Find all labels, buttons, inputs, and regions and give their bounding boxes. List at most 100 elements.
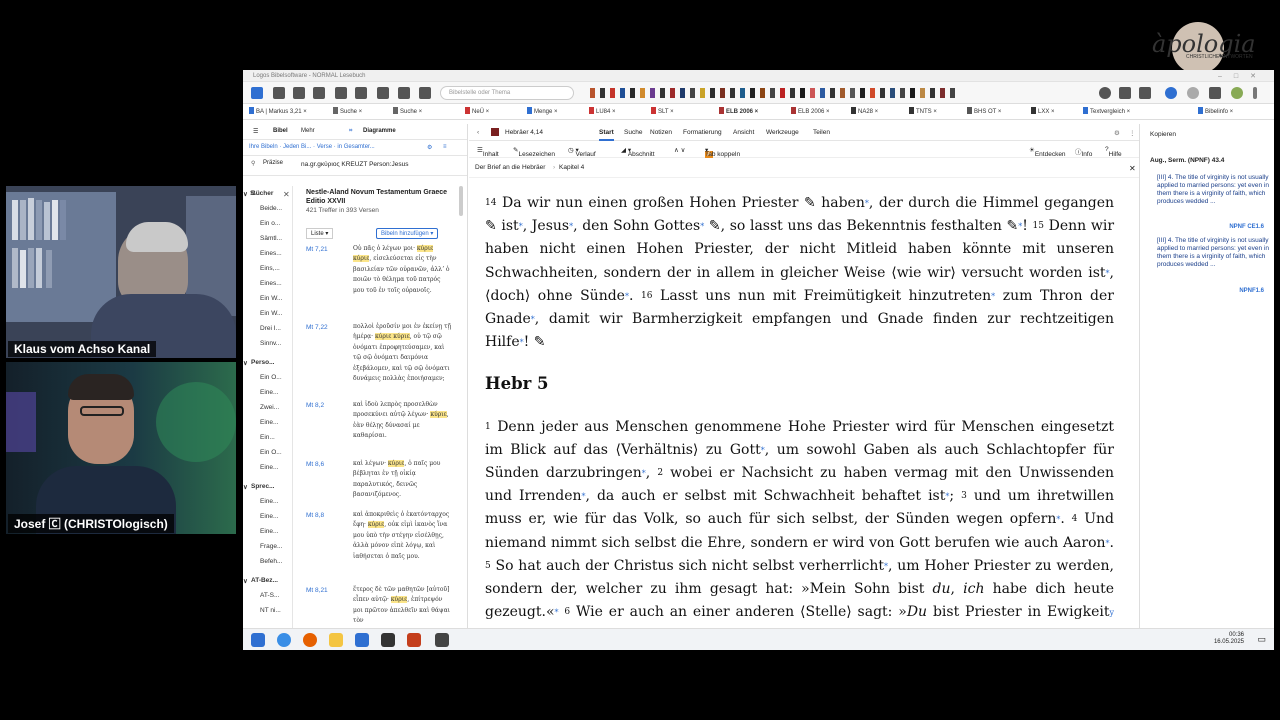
tab[interactable]: Suche ×: [393, 107, 422, 115]
note-link[interactable]: NPNF1.6: [1239, 288, 1264, 294]
list-view-dropdown[interactable]: Liste ▾: [306, 228, 334, 239]
tab[interactable]: Bibelinfo ×: [1198, 107, 1233, 115]
tools-icon[interactable]: [377, 87, 389, 99]
result-reference[interactable]: Mt 8,6: [306, 461, 324, 468]
breadcrumb-book[interactable]: Der Brief an die Hebräer: [475, 164, 545, 171]
command-search-input[interactable]: Bibelstelle oder Thema: [440, 86, 574, 100]
nav-item[interactable]: Eine...: [260, 389, 278, 396]
nav-item[interactable]: Eine...: [260, 464, 278, 471]
diagram-icon[interactable]: ⌗: [349, 128, 352, 135]
panel-icon[interactable]: [1139, 87, 1151, 99]
folder-icon[interactable]: [329, 633, 343, 647]
book-icon[interactable]: [810, 88, 815, 98]
nav-item[interactable]: Eine...: [260, 513, 278, 520]
book-icon[interactable]: [890, 88, 895, 98]
menu-notizen[interactable]: Notizen: [650, 129, 672, 136]
nav-item[interactable]: Eine...: [260, 528, 278, 535]
book-icon[interactable]: [660, 88, 665, 98]
search-query-input[interactable]: na.gr.gκύριος KREUZT Person:Jesus: [301, 161, 408, 168]
nav-item[interactable]: Beide...: [260, 205, 282, 212]
book-icon[interactable]: [920, 88, 925, 98]
app-icon[interactable]: [435, 633, 449, 647]
tab-bibel[interactable]: Bibel: [273, 128, 288, 134]
book-icon[interactable]: [640, 88, 645, 98]
note-text[interactable]: [III] 4. The title of virginity is not u…: [1157, 174, 1269, 206]
result-reference[interactable]: Mt 8,21: [306, 587, 328, 594]
menu-ansicht[interactable]: Ansicht: [733, 129, 754, 136]
tab-diagramme[interactable]: Diagramme: [363, 128, 396, 134]
firefox-icon[interactable]: [303, 633, 317, 647]
home-icon[interactable]: [251, 87, 263, 99]
menu-icon[interactable]: [1253, 87, 1257, 99]
tab[interactable]: BHS OT ×: [967, 107, 1001, 115]
book-icon[interactable]: [680, 88, 685, 98]
nav-item[interactable]: Eine...: [260, 498, 278, 505]
book-icon[interactable]: [800, 88, 805, 98]
logos-icon[interactable]: [355, 633, 369, 647]
chevron-down-icon[interactable]: ∨: [243, 359, 248, 367]
powerpoint-icon[interactable]: [407, 633, 421, 647]
status-icon[interactable]: [1187, 87, 1199, 99]
menu-teilen[interactable]: Teilen: [813, 129, 830, 136]
book-icon[interactable]: [720, 88, 725, 98]
avatar[interactable]: [1231, 87, 1243, 99]
book-icon[interactable]: [770, 88, 775, 98]
nav-group-header[interactable]: ∨ Sprec...: [243, 483, 274, 491]
menu-formatierung[interactable]: Formatierung: [683, 129, 722, 136]
result-reference[interactable]: Mt 7,21: [306, 246, 328, 253]
nav-item[interactable]: Eines...: [260, 250, 282, 257]
result-reference[interactable]: Mt 8,2: [306, 402, 324, 409]
tab[interactable]: Textvergleich ×: [1083, 107, 1130, 115]
book-icon[interactable]: [840, 88, 845, 98]
library-icon[interactable]: [273, 87, 285, 99]
menu-icon[interactable]: ☰: [253, 128, 258, 135]
search-mode[interactable]: Präzise: [263, 160, 283, 166]
tab[interactable]: Menge ×: [527, 107, 558, 115]
result-reference[interactable]: Mt 8,8: [306, 512, 324, 519]
note-link[interactable]: NPNF CE1.6: [1229, 224, 1264, 230]
window-controls[interactable]: –□✕: [1218, 72, 1268, 80]
book-icon[interactable]: [850, 88, 855, 98]
tab[interactable]: NA28 ×: [851, 107, 878, 115]
tab[interactable]: BA | Markus 3,21 ×: [249, 107, 307, 115]
prev-next-icons[interactable]: ∧ ∨: [674, 146, 685, 154]
chevron-down-icon[interactable]: ∨: [243, 483, 248, 491]
filter-icon[interactable]: ⚙: [427, 144, 432, 151]
nav-item[interactable]: Eins,...: [260, 265, 280, 272]
bookmarks-button[interactable]: ✎ Lesezeichen: [513, 146, 555, 158]
layout-icon[interactable]: [1119, 87, 1131, 99]
nav-item[interactable]: Eines...: [260, 280, 282, 287]
chevron-down-icon[interactable]: ∨: [243, 577, 248, 585]
book-icon[interactable]: [710, 88, 715, 98]
menu-suche[interactable]: Suche: [624, 129, 642, 136]
book-icon[interactable]: [620, 88, 625, 98]
book-icon[interactable]: [730, 88, 735, 98]
tab[interactable]: TNTS ×: [909, 107, 937, 115]
nav-item[interactable]: Zwei...: [260, 404, 279, 411]
result-text[interactable]: ἕτερος δὲ τῶν μαθητῶν [αὐτοῦ] εἶπεν αὐτῷ…: [353, 585, 453, 627]
search-scope[interactable]: Ihre Bibeln · Jeden Bi... · Verse · in G…: [249, 144, 375, 150]
result-text[interactable]: καὶ ἰδοὺ λεπρὸς προσελθὼν προσεκύνει αὐτ…: [353, 400, 453, 442]
books-icon[interactable]: [293, 87, 305, 99]
book-icon[interactable]: [860, 88, 865, 98]
book-icon[interactable]: [760, 88, 765, 98]
nav-item[interactable]: Sinnv...: [260, 340, 281, 347]
book-icon[interactable]: [880, 88, 885, 98]
result-text[interactable]: καὶ ἀποκριθεὶς ὁ ἑκατόνταρχος ἔφη· κύριε…: [353, 510, 453, 562]
nav-group-header[interactable]: ∨ Bücher: [243, 190, 273, 198]
system-clock[interactable]: 00:36 16.05.2025: [1214, 632, 1244, 646]
nav-item[interactable]: Ein O...: [260, 449, 282, 456]
result-text[interactable]: Οὐ πᾶς ὁ λέγων μοι· κύριε κύριε, εἰσελεύ…: [353, 244, 453, 296]
link-tab-button[interactable]: A Tab koppeln ▾: [705, 146, 740, 158]
book-icon[interactable]: [590, 88, 595, 98]
book-icon[interactable]: [870, 88, 875, 98]
info-button[interactable]: ⓘ Info: [1075, 146, 1092, 158]
book-icon[interactable]: [690, 88, 695, 98]
result-text[interactable]: πολλοὶ ἐροῦσίν μοι ἐν ἐκείνῃ τῇ ἡμέρᾳ· κ…: [353, 322, 453, 384]
sermon-icon[interactable]: [419, 87, 431, 99]
tab-active[interactable]: ELB 2006 ×: [719, 107, 758, 115]
tab[interactable]: Suche ×: [333, 107, 362, 115]
nav-item[interactable]: Ein O...: [260, 374, 282, 381]
book-icon[interactable]: [940, 88, 945, 98]
tab[interactable]: SLT ×: [651, 107, 674, 115]
